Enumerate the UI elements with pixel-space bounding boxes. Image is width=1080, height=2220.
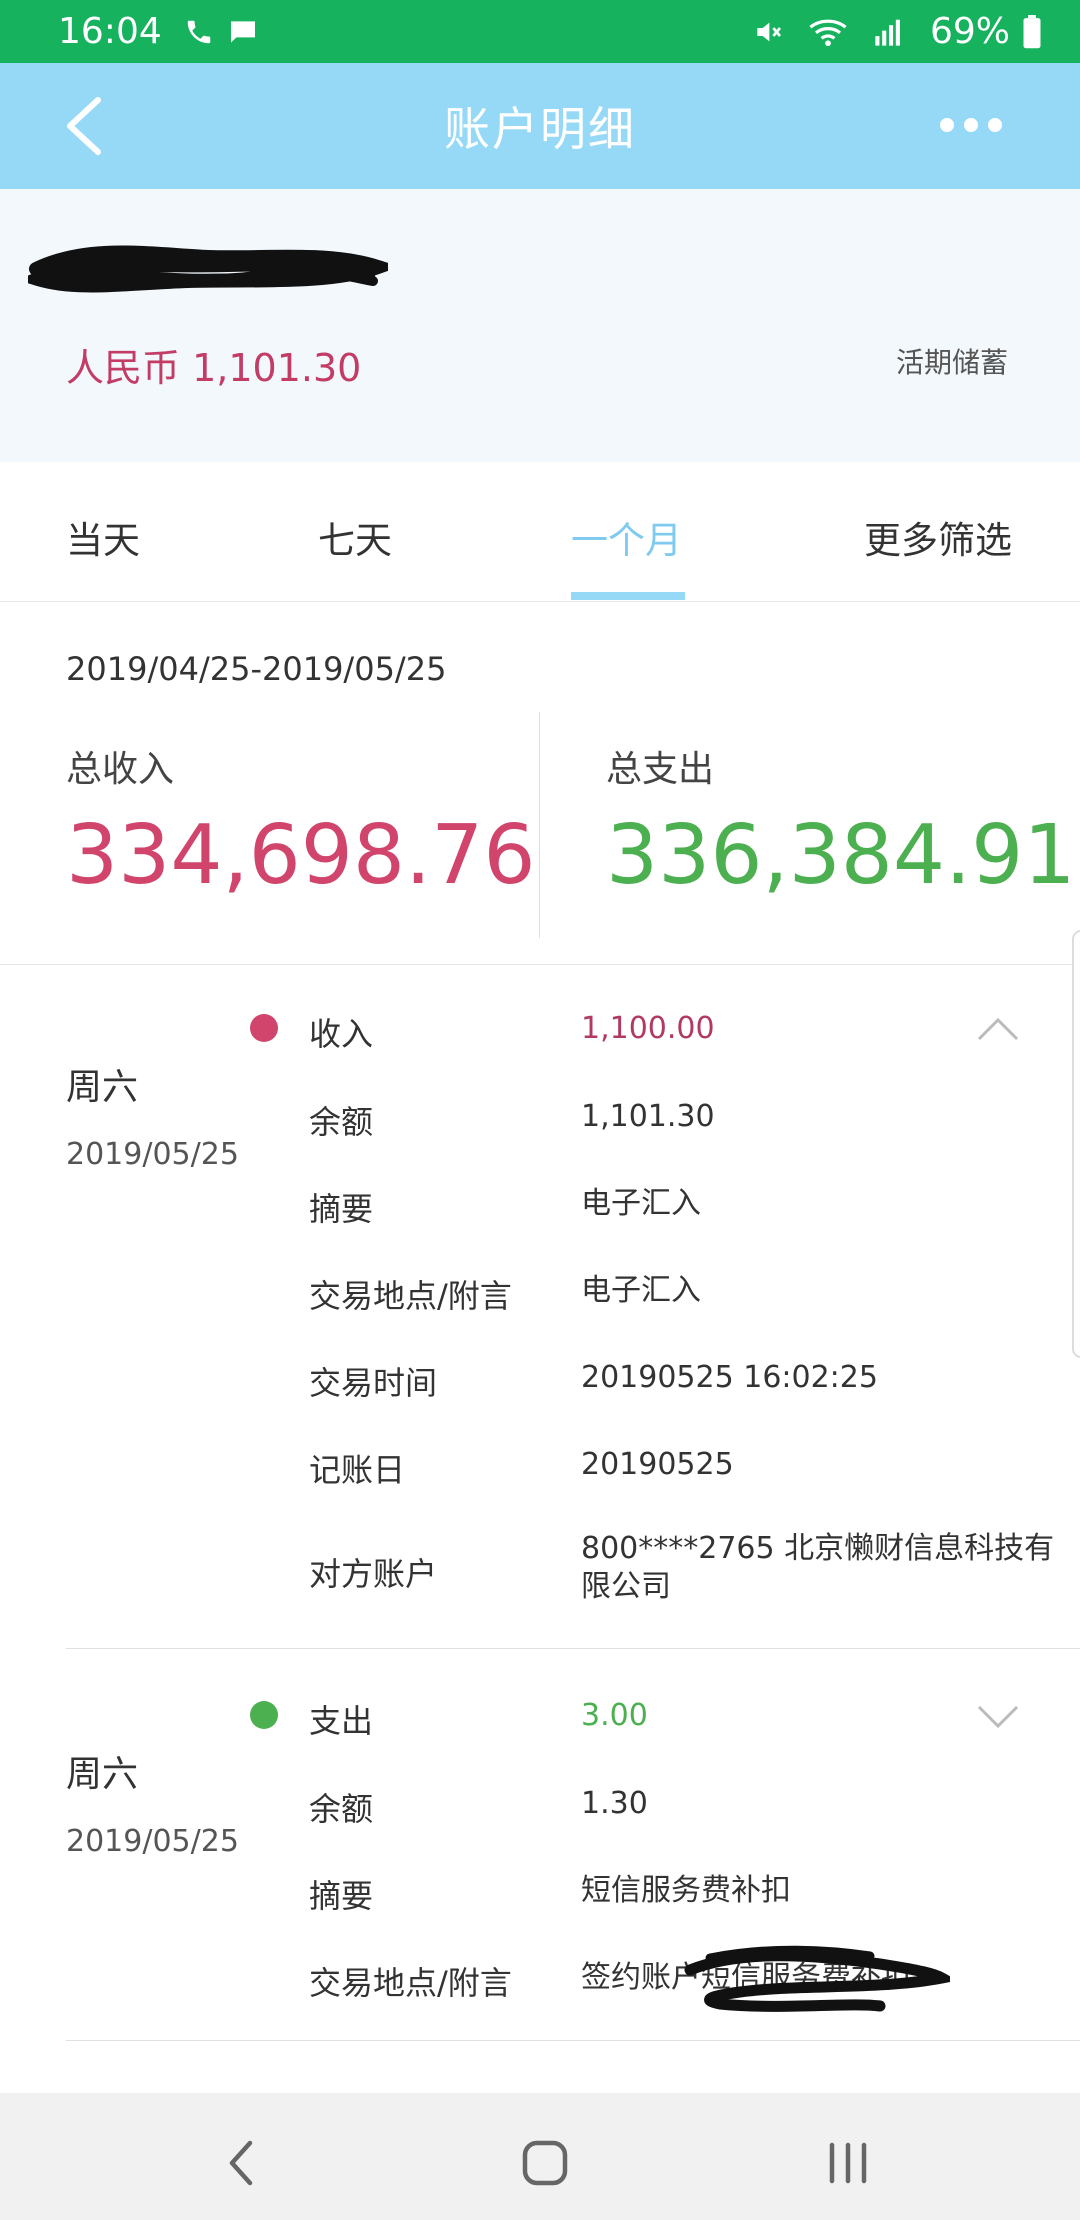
transaction-separator bbox=[66, 1648, 1080, 1649]
detail-value: 800****2765 北京懒财信息科技有限公司 bbox=[581, 1531, 1055, 1604]
section-divider bbox=[0, 964, 1080, 965]
back-button[interactable] bbox=[60, 96, 120, 156]
system-nav-bar bbox=[0, 2093, 1080, 2220]
more-dot-icon bbox=[940, 118, 954, 132]
more-dot-icon bbox=[988, 118, 1002, 132]
transaction-separator bbox=[66, 2040, 1080, 2041]
recents-icon bbox=[829, 2142, 867, 2184]
income-dot-icon bbox=[250, 1014, 278, 1042]
detail-label: 余额 bbox=[309, 1790, 374, 1828]
period-tabs: 当天 七天 一个月 更多筛选 bbox=[0, 462, 1080, 602]
account-card: 人民币 1,101.30 活期储蓄 bbox=[0, 189, 1080, 462]
nav-bar: 账户明细 bbox=[0, 63, 1080, 189]
date-range: 2019/04/25-2019/05/25 bbox=[66, 650, 447, 688]
more-dot-icon bbox=[964, 118, 978, 132]
detail-value: 1,101.30 bbox=[581, 1099, 715, 1134]
total-income-label: 总收入 bbox=[66, 749, 175, 790]
detail-label: 摘要 bbox=[309, 1877, 374, 1915]
tab-today[interactable]: 当天 bbox=[66, 510, 140, 564]
page-title: 账户明细 bbox=[444, 102, 636, 156]
signal-icon bbox=[872, 17, 906, 47]
total-income-value: 334,698.76 bbox=[66, 808, 536, 903]
system-home-button[interactable] bbox=[515, 2133, 575, 2193]
detail-label: 摘要 bbox=[309, 1190, 374, 1228]
total-expense-value: 336,384.91 bbox=[606, 808, 1076, 903]
chevron-left-icon bbox=[67, 97, 101, 155]
home-icon bbox=[522, 2140, 568, 2186]
status-bar: 16:04 69% bbox=[0, 0, 1080, 63]
detail-value: 短信服务费补扣 bbox=[581, 1873, 791, 1908]
summary-divider bbox=[539, 712, 540, 938]
chevron-up-icon[interactable] bbox=[977, 1017, 1019, 1041]
chevron-down-icon[interactable] bbox=[977, 1705, 1019, 1729]
tab-one-month[interactable]: 一个月 bbox=[571, 510, 682, 564]
detail-value: 电子汇入 bbox=[581, 1186, 701, 1221]
detail-value: 1.30 bbox=[581, 1786, 648, 1821]
phone-icon bbox=[184, 17, 214, 47]
transaction-date: 2019/05/25 bbox=[66, 1137, 239, 1172]
expense-dot-icon bbox=[250, 1701, 278, 1729]
total-expense-label: 总支出 bbox=[606, 749, 715, 790]
detail-label: 余额 bbox=[309, 1103, 374, 1141]
detail-label: 交易地点/附言 bbox=[309, 1277, 512, 1315]
transaction-type: 支出 bbox=[309, 1702, 374, 1740]
tab-seven-days[interactable]: 七天 bbox=[318, 510, 392, 564]
message-icon bbox=[226, 16, 260, 48]
detail-label: 交易时间 bbox=[309, 1364, 438, 1402]
back-icon bbox=[229, 2140, 253, 2186]
detail-value: 20190525 bbox=[581, 1447, 734, 1482]
more-button[interactable] bbox=[940, 118, 1002, 132]
redaction-scribble bbox=[684, 1945, 950, 2012]
status-time: 16:04 bbox=[58, 11, 162, 52]
redaction-scribble bbox=[28, 245, 388, 293]
detail-value: 电子汇入 bbox=[581, 1273, 701, 1308]
battery-icon bbox=[1022, 14, 1042, 49]
tab-indicator bbox=[571, 592, 685, 600]
detail-value: 20190525 16:02:25 bbox=[581, 1360, 878, 1395]
transaction-type: 收入 bbox=[309, 1015, 374, 1053]
account-balance: 人民币 1,101.30 bbox=[66, 346, 362, 390]
transaction-weekday: 周六 bbox=[66, 1067, 139, 1108]
transaction-date: 2019/05/25 bbox=[66, 1824, 239, 1859]
mute-icon bbox=[752, 16, 784, 48]
tab-more-filters[interactable]: 更多筛选 bbox=[864, 510, 1012, 564]
account-type: 活期储蓄 bbox=[895, 346, 1008, 379]
system-recents-button[interactable] bbox=[818, 2133, 878, 2193]
wifi-icon bbox=[808, 16, 848, 48]
detail-label: 交易地点/附言 bbox=[309, 1964, 512, 2002]
system-back-button[interactable] bbox=[212, 2133, 272, 2193]
status-right: 69% bbox=[752, 11, 1054, 52]
transaction-weekday: 周六 bbox=[66, 1754, 139, 1795]
detail-label: 记账日 bbox=[309, 1451, 406, 1489]
detail-label: 对方账户 bbox=[309, 1555, 438, 1593]
battery-percent: 69% bbox=[929, 11, 1010, 52]
